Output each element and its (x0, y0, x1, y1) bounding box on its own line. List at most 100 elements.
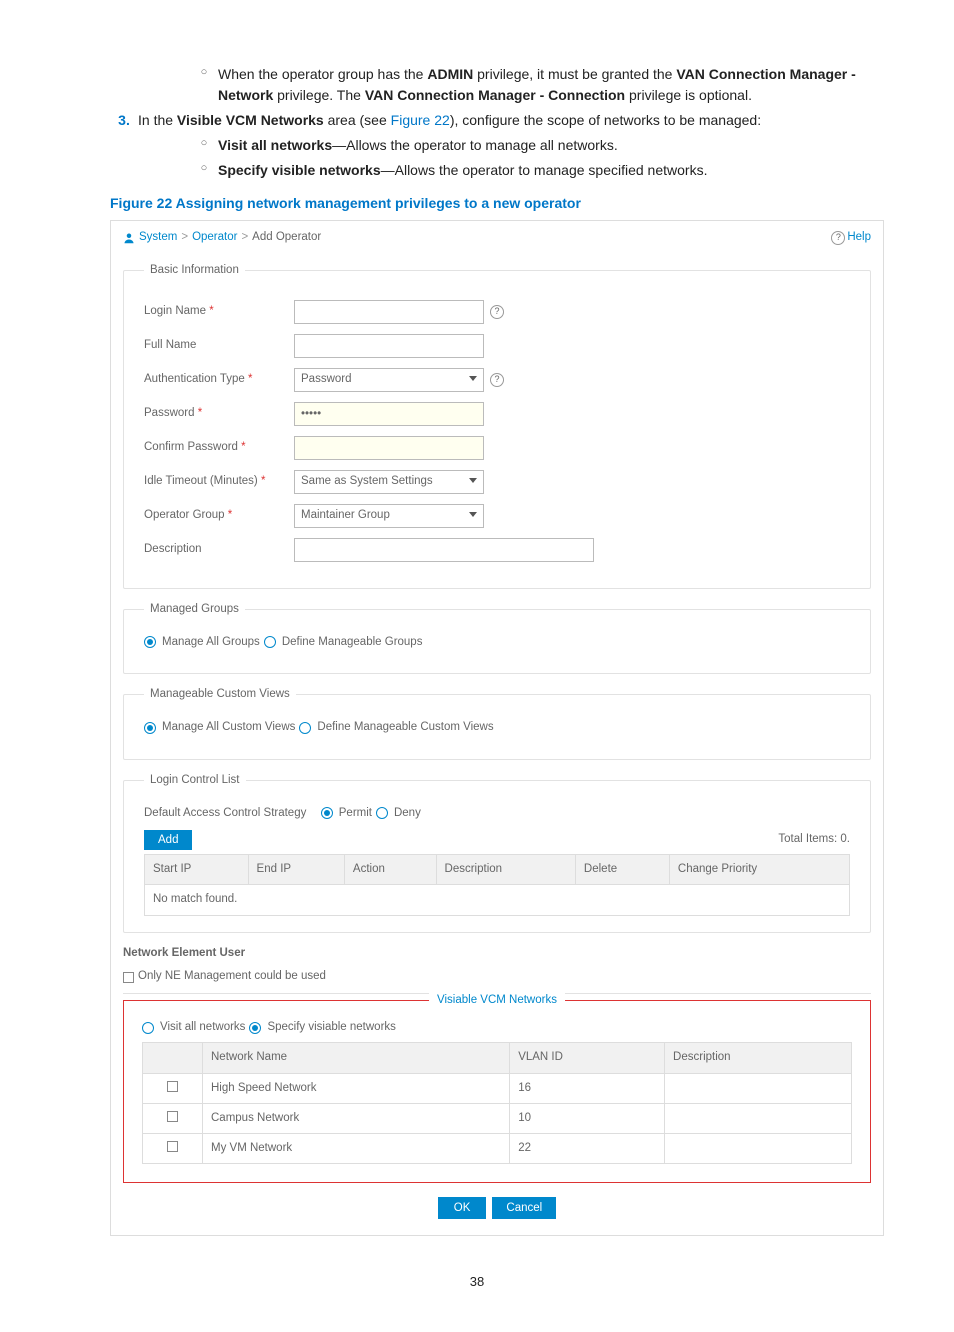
breadcrumb-sep: > (241, 229, 248, 246)
managed-groups-section: Managed Groups Manage All Groups Define … (123, 601, 871, 675)
cell-network-name: My VM Network (203, 1134, 510, 1164)
managed-groups-legend: Managed Groups (144, 601, 245, 618)
authtype-value: Password (301, 371, 352, 388)
radio-define-groups-label: Define Manageable Groups (282, 634, 423, 651)
help-label: Help (847, 229, 871, 246)
cell-description (665, 1103, 852, 1133)
description-input[interactable] (294, 538, 594, 562)
confirm-password-label: Confirm Password (144, 439, 294, 456)
breadcrumb-sep: > (181, 229, 188, 246)
total-items-label: Total Items: 0. (778, 831, 850, 848)
col-description: Description (436, 855, 575, 885)
help-link[interactable]: ? Help (825, 229, 871, 246)
figure-caption: Figure 22 Assigning network management p… (110, 193, 884, 214)
custom-views-legend: Manageable Custom Views (144, 686, 296, 703)
col-end-ip: End IP (248, 855, 344, 885)
only-ne-checkbox[interactable] (123, 972, 134, 983)
table-row: Campus Network10 (143, 1103, 852, 1133)
cancel-button[interactable]: Cancel (492, 1197, 556, 1219)
cell-vlan-id: 22 (510, 1134, 665, 1164)
person-icon (123, 232, 135, 244)
radio-specify-visible-label: Specify visiable networks (267, 1019, 395, 1036)
radio-deny-label: Deny (394, 805, 421, 822)
login-name-label: Login Name (144, 303, 294, 320)
breadcrumb-operator[interactable]: Operator (192, 229, 237, 246)
description-label: Description (144, 541, 294, 558)
operator-group-select[interactable]: Maintainer Group (294, 504, 484, 528)
bullet-admin-text: When the operator group has the ADMIN pr… (218, 64, 884, 106)
operator-group-value: Maintainer Group (301, 507, 390, 524)
step-text: In the Visible VCM Networks area (see Fi… (138, 110, 884, 131)
radio-manage-all-groups-label: Manage All Groups (162, 634, 260, 651)
fullname-label: Full Name (144, 337, 294, 354)
radio-deny[interactable] (376, 807, 388, 819)
col-network-name: Network Name (203, 1043, 510, 1073)
basic-info-section: Basic Information Login Name ? Full Name… (123, 262, 871, 588)
fullname-input[interactable] (294, 334, 484, 358)
table-row: My VM Network22 (143, 1134, 852, 1164)
bullet-circle-icon: ○ (190, 160, 218, 181)
radio-visit-all[interactable] (142, 1022, 154, 1034)
password-input[interactable] (294, 402, 484, 426)
add-button[interactable]: Add (144, 830, 192, 850)
radio-permit-label: Permit (339, 805, 372, 822)
radio-manage-all-groups[interactable] (144, 636, 156, 648)
chevron-down-icon (469, 512, 477, 517)
basic-info-legend: Basic Information (144, 262, 245, 279)
bullet-circle-icon: ○ (190, 135, 218, 156)
page-number: 38 (70, 1272, 884, 1292)
radio-specify-visible[interactable] (249, 1022, 261, 1034)
ok-button[interactable]: OK (438, 1197, 487, 1219)
chevron-down-icon (469, 376, 477, 381)
cell-vlan-id: 10 (510, 1103, 665, 1133)
strategy-label: Default Access Control Strategy (144, 805, 306, 822)
login-control-table: Start IP End IP Action Description Delet… (144, 854, 850, 916)
ne-user-title: Network Element User (123, 945, 871, 962)
idle-timeout-select[interactable]: Same as System Settings (294, 470, 484, 494)
step-number: 3. (110, 110, 138, 131)
help-icon[interactable]: ? (490, 373, 504, 387)
authtype-label: Authentication Type (144, 371, 294, 388)
row-checkbox[interactable] (167, 1111, 178, 1122)
cell-description (665, 1073, 852, 1103)
empty-row: No match found. (145, 885, 850, 915)
table-row: High Speed Network16 (143, 1073, 852, 1103)
visible-networks-section: Visiable VCM Networks Visit all networks… (123, 1000, 871, 1183)
radio-manage-all-views[interactable] (144, 722, 156, 734)
login-control-section: Login Control List Default Access Contro… (123, 772, 871, 933)
screenshot-container: System > Operator > Add Operator ? Help … (110, 220, 884, 1236)
row-checkbox[interactable] (167, 1141, 178, 1152)
cell-description (665, 1134, 852, 1164)
row-checkbox[interactable] (167, 1081, 178, 1092)
col-vlan-id: VLAN ID (510, 1043, 665, 1073)
bullet-circle-icon: ○ (190, 64, 218, 106)
cell-vlan-id: 16 (510, 1073, 665, 1103)
radio-manage-all-views-label: Manage All Custom Views (162, 719, 295, 736)
help-icon: ? (831, 231, 845, 245)
bullet-visit-text: Visit all networks—Allows the operator t… (218, 135, 884, 156)
help-icon[interactable]: ? (490, 305, 504, 319)
login-name-input[interactable] (294, 300, 484, 324)
breadcrumb-system[interactable]: System (139, 229, 177, 246)
radio-define-views[interactable] (299, 722, 311, 734)
col-description: Description (665, 1043, 852, 1073)
idle-timeout-value: Same as System Settings (301, 473, 433, 490)
confirm-password-input[interactable] (294, 436, 484, 460)
cell-network-name: Campus Network (203, 1103, 510, 1133)
col-priority: Change Priority (669, 855, 849, 885)
visible-networks-legend: Visiable VCM Networks (429, 992, 565, 1009)
operator-group-label: Operator Group (144, 507, 294, 524)
breadcrumb-current: Add Operator (252, 229, 321, 246)
visible-networks-table: Network Name VLAN ID Description High Sp… (142, 1042, 852, 1164)
breadcrumb-bar: System > Operator > Add Operator ? Help (123, 225, 871, 254)
col-start-ip: Start IP (145, 855, 249, 885)
radio-define-groups[interactable] (264, 636, 276, 648)
radio-permit[interactable] (321, 807, 333, 819)
chevron-down-icon (469, 478, 477, 483)
radio-define-views-label: Define Manageable Custom Views (317, 719, 493, 736)
authtype-select[interactable]: Password (294, 368, 484, 392)
bullet-specify-text: Specify visible networks—Allows the oper… (218, 160, 884, 181)
password-label: Password (144, 405, 294, 422)
col-action: Action (344, 855, 436, 885)
login-control-legend: Login Control List (144, 772, 246, 789)
